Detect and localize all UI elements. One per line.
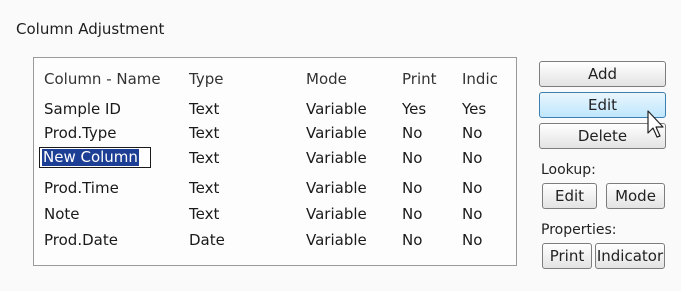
- lookup-edit-button[interactable]: Edit: [542, 183, 597, 209]
- row-print: No: [402, 231, 423, 249]
- lookup-mode-button[interactable]: Mode: [606, 183, 665, 209]
- group-title: Column Adjustment: [16, 20, 165, 38]
- row-type: Text: [189, 179, 220, 197]
- row-type: Text: [189, 124, 220, 142]
- list-row[interactable]: Note Text Variable No No: [34, 202, 516, 226]
- row-mode: Variable: [306, 179, 367, 197]
- row-type: Date: [189, 231, 225, 249]
- properties-indicator-button[interactable]: Indicator: [595, 243, 665, 269]
- row-print: No: [402, 179, 423, 197]
- list-row[interactable]: Prod.Time Text Variable No No: [34, 176, 516, 200]
- row-name: Note: [44, 205, 80, 223]
- row-mode: Variable: [306, 205, 367, 223]
- list-header: Column - Name Type Mode Print Indic: [34, 67, 516, 91]
- row-print: No: [402, 124, 423, 142]
- row-print: Yes: [402, 100, 427, 118]
- row-print: No: [402, 205, 423, 223]
- row-indic: Yes: [462, 100, 487, 118]
- add-button[interactable]: Add: [539, 61, 666, 87]
- column-name-edit-field[interactable]: New Column: [39, 147, 151, 168]
- row-indic: No: [462, 149, 483, 167]
- row-name: Prod.Time: [44, 179, 119, 197]
- row-name: Prod.Type: [44, 124, 117, 142]
- header-column-name[interactable]: Column - Name: [44, 67, 161, 91]
- row-type: Text: [189, 149, 220, 167]
- column-name-edit-text[interactable]: New Column: [42, 149, 139, 166]
- lookup-label: Lookup:: [541, 162, 596, 178]
- row-indic: No: [462, 124, 483, 142]
- row-mode: Variable: [306, 124, 367, 142]
- row-mode: Variable: [306, 100, 367, 118]
- properties-print-button[interactable]: Print: [542, 243, 592, 269]
- row-mode: Variable: [306, 231, 367, 249]
- header-mode[interactable]: Mode: [306, 67, 347, 91]
- row-indic: No: [462, 205, 483, 223]
- row-print: No: [402, 149, 423, 167]
- column-list[interactable]: Column - Name Type Mode Print Indic Samp…: [33, 57, 517, 266]
- row-name: Sample ID: [44, 100, 121, 118]
- row-indic: No: [462, 231, 483, 249]
- list-row[interactable]: Prod.Type Text Variable No No: [34, 121, 516, 145]
- header-type[interactable]: Type: [189, 67, 223, 91]
- row-name: Prod.Date: [44, 231, 118, 249]
- header-print[interactable]: Print: [402, 67, 437, 91]
- arrow-cursor-icon: [647, 110, 664, 138]
- row-indic: No: [462, 179, 483, 197]
- row-type: Text: [189, 100, 220, 118]
- list-row[interactable]: Prod.Date Date Variable No No: [34, 228, 516, 252]
- row-mode: Variable: [306, 149, 367, 167]
- properties-label: Properties:: [541, 222, 617, 238]
- header-indic[interactable]: Indic: [462, 67, 498, 91]
- list-row[interactable]: Sample ID Text Variable Yes Yes: [34, 97, 516, 121]
- list-row-editing[interactable]: New Column Text Variable No No: [34, 146, 516, 170]
- row-type: Text: [189, 205, 220, 223]
